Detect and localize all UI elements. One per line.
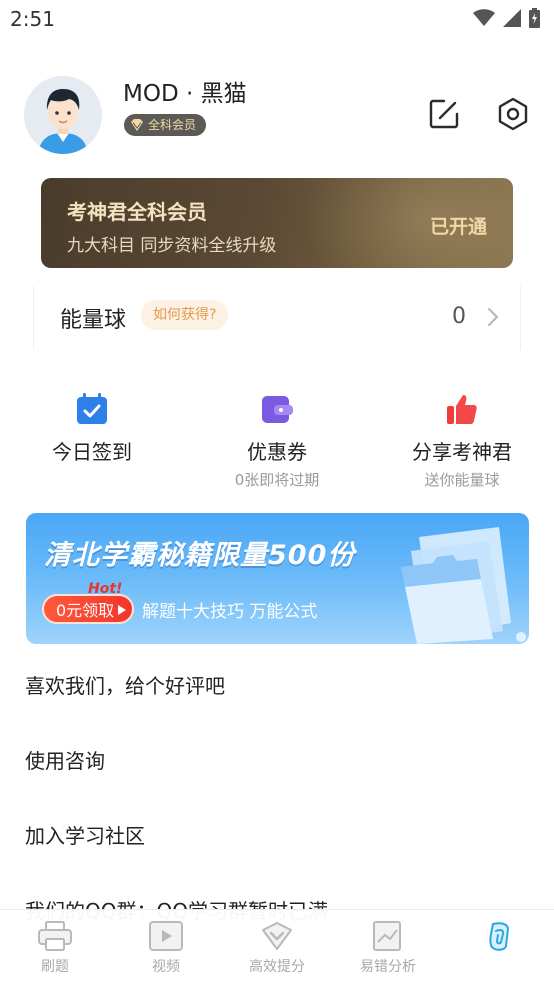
bottom-tab-bar: 刷题 视频 高效提分 易错分析 <box>0 909 554 984</box>
promo-banner[interactable]: 清北学霸秘籍限量500份 Hot! 0元领取 解题十大技巧 万能公式 <box>26 513 529 644</box>
status-time: 2:51 <box>10 7 55 31</box>
profile-icon <box>489 922 510 951</box>
tab-practice-label: 刷题 <box>41 959 69 975</box>
coupon-sub: 0张即将过期 <box>234 471 320 489</box>
vip-status: 已开通 <box>429 216 487 238</box>
usage-consult-item[interactable]: 使用咨询 <box>25 745 105 774</box>
shield-check-icon <box>262 922 292 950</box>
banner-claim-button[interactable]: 0元领取 <box>42 594 135 624</box>
avatar[interactable] <box>24 76 102 154</box>
tab-improve-label: 高效提分 <box>249 959 305 975</box>
how-to-get-button[interactable]: 如何获得? <box>141 300 229 330</box>
chart-icon <box>373 921 401 951</box>
tab-practice[interactable]: 刷题 <box>0 920 110 976</box>
tab-improve[interactable]: 高效提分 <box>222 920 332 976</box>
folder-illustration-icon <box>401 527 526 644</box>
thumbs-up-icon <box>447 395 477 424</box>
banner-desc: 解题十大技巧 万能公式 <box>142 602 318 622</box>
tab-profile[interactable] <box>444 920 554 956</box>
status-icons <box>473 8 540 28</box>
energy-ball-row[interactable]: 能量球 如何获得? 0 <box>33 286 521 350</box>
energy-label: 能量球 <box>60 308 127 333</box>
coupon-button[interactable]: 优惠券 0张即将过期 <box>192 392 362 490</box>
vip-card-title: 考神君全科会员 <box>67 200 207 224</box>
edit-profile-button[interactable] <box>424 94 464 134</box>
avatar-face-icon <box>24 76 102 154</box>
check-in-button[interactable]: 今日签到 <box>7 392 177 465</box>
video-icon <box>149 921 183 951</box>
tab-error-analysis-label: 易错分析 <box>360 959 416 975</box>
banner-title: 清北学霸秘籍限量500份 <box>44 540 356 571</box>
check-in-label: 今日签到 <box>52 440 132 464</box>
tab-error-analysis[interactable]: 易错分析 <box>333 920 443 976</box>
settings-button[interactable] <box>493 94 533 134</box>
signal-icon <box>503 9 521 27</box>
vip-card-subtitle: 九大科目 同步资料全线升级 <box>67 236 277 256</box>
wallet-icon <box>262 396 293 423</box>
play-arrow-icon <box>118 605 127 615</box>
vip-membership-card[interactable]: 考神君全科会员 九大科目 同步资料全线升级 已开通 <box>41 178 513 268</box>
coupon-label: 优惠券 <box>247 440 307 464</box>
username: MOD · 黑猫 <box>123 81 247 107</box>
battery-charging-icon <box>529 8 540 28</box>
join-community-item[interactable]: 加入学习社区 <box>25 820 145 849</box>
tab-video-label: 视频 <box>152 959 180 975</box>
chevron-right-icon <box>488 308 499 326</box>
calendar-check-icon <box>77 393 107 424</box>
share-button[interactable]: 分享考神君 送你能量球 <box>377 392 547 490</box>
rate-us-item[interactable]: 喜欢我们，给个好评吧 <box>25 670 225 699</box>
diamond-icon <box>131 119 143 131</box>
share-sub: 送你能量球 <box>424 471 500 489</box>
energy-value: 0 <box>452 304 466 329</box>
settings-icon <box>498 97 528 131</box>
edit-icon <box>429 99 459 129</box>
printer-icon <box>38 921 72 951</box>
member-badge-label: 全科会员 <box>148 118 197 132</box>
wifi-icon <box>473 9 495 26</box>
share-label: 分享考神君 <box>412 440 512 464</box>
banner-claim-label: 0元领取 <box>56 601 115 620</box>
tab-video[interactable]: 视频 <box>111 920 221 976</box>
member-badge: 全科会员 <box>124 114 207 136</box>
status-bar: 2:51 <box>0 0 554 38</box>
